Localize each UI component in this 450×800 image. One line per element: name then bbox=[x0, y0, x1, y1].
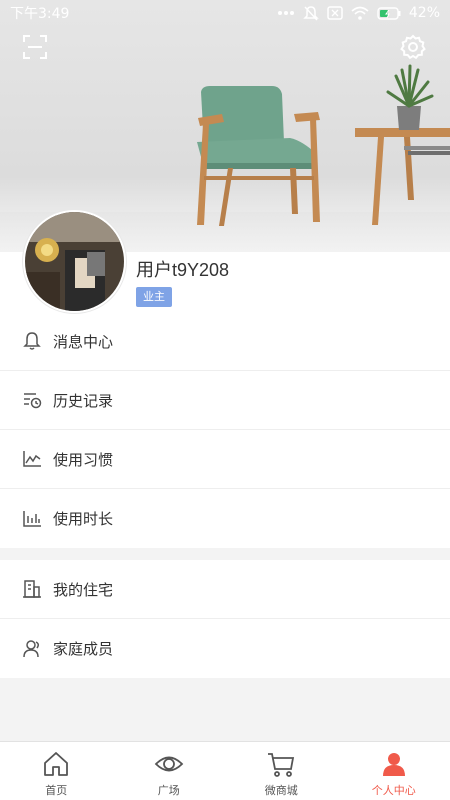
settings-button[interactable] bbox=[398, 32, 428, 62]
history-icon bbox=[20, 388, 44, 412]
wifi-icon bbox=[351, 6, 369, 20]
eye-icon bbox=[154, 749, 184, 779]
building-icon bbox=[20, 577, 44, 601]
menu-label: 我的住宅 bbox=[53, 580, 114, 599]
menu-item-my-residence[interactable]: 我的住宅 bbox=[0, 560, 450, 619]
line-chart-icon bbox=[20, 447, 44, 471]
nav-label: 首页 bbox=[45, 784, 68, 797]
cart-icon bbox=[266, 749, 296, 779]
bottom-navigation: 首页 广场 微商城 个人中心 bbox=[0, 741, 450, 800]
battery-icon bbox=[377, 6, 401, 20]
scan-icon bbox=[23, 35, 47, 59]
username: 用户t9Y208 bbox=[136, 260, 230, 280]
bar-chart-icon bbox=[20, 507, 44, 531]
mute-icon bbox=[303, 6, 319, 21]
gear-icon bbox=[400, 34, 426, 60]
menu-item-message-center[interactable]: 消息中心 bbox=[0, 312, 450, 371]
status-time: 下午3:49 bbox=[10, 6, 70, 22]
menu-group-home: 我的住宅 家庭成员 bbox=[0, 560, 450, 678]
nav-label: 个人中心 bbox=[371, 784, 416, 797]
menu-item-usage-habits[interactable]: 使用习惯 bbox=[0, 430, 450, 489]
nav-personal-center[interactable]: 个人中心 bbox=[338, 742, 450, 800]
nav-label: 广场 bbox=[157, 784, 180, 797]
nfc-icon bbox=[327, 6, 343, 20]
menu-item-usage-duration[interactable]: 使用时长 bbox=[0, 489, 450, 548]
battery-level: 42% bbox=[408, 5, 440, 21]
menu-label: 使用时长 bbox=[53, 510, 114, 528]
bell-icon bbox=[20, 329, 44, 353]
members-icon bbox=[20, 637, 44, 661]
more-dots-icon bbox=[277, 11, 294, 15]
menu-label: 历史记录 bbox=[53, 391, 114, 410]
home-icon bbox=[41, 749, 71, 779]
role-badge: 业主 bbox=[136, 287, 172, 307]
nav-micro-mall[interactable]: 微商城 bbox=[225, 742, 338, 800]
nav-plaza[interactable]: 广场 bbox=[113, 742, 226, 800]
menu-label: 家庭成员 bbox=[53, 640, 114, 658]
menu-item-family-members[interactable]: 家庭成员 bbox=[0, 619, 450, 678]
menu-label: 使用习惯 bbox=[53, 450, 114, 469]
avatar[interactable] bbox=[23, 210, 126, 313]
menu-group-activity: 消息中心 历史记录 使用习惯 使用时长 bbox=[0, 312, 450, 548]
menu-label: 消息中心 bbox=[53, 332, 114, 351]
status-bar: 下午3:49 42% bbox=[0, 0, 450, 26]
menu-item-history[interactable]: 历史记录 bbox=[0, 371, 450, 430]
person-icon bbox=[379, 749, 409, 779]
scan-button[interactable] bbox=[20, 32, 50, 62]
nav-home[interactable]: 首页 bbox=[0, 742, 113, 800]
nav-label: 微商城 bbox=[264, 784, 298, 797]
avatar-photo bbox=[25, 212, 124, 311]
